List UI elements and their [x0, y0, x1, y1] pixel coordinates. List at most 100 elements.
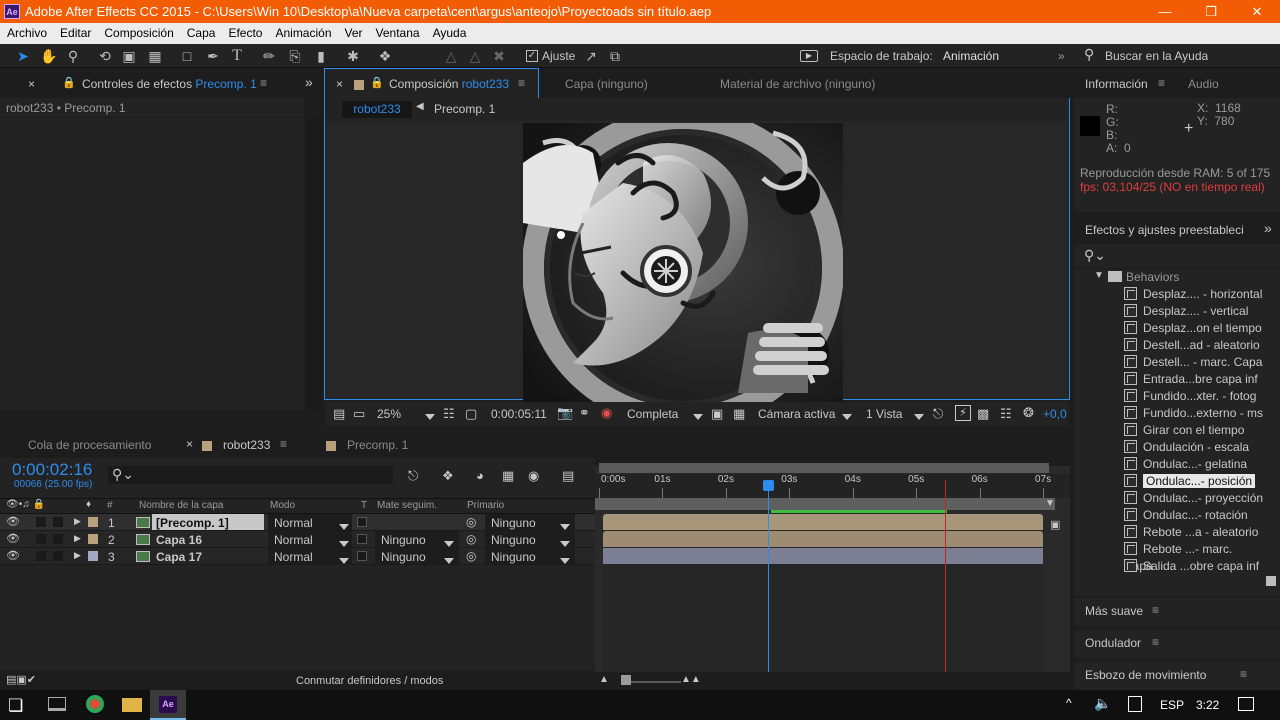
always-preview-icon[interactable]: ▤	[333, 406, 345, 422]
preset-item[interactable]: Salida ...obre capa inf	[1124, 558, 1264, 575]
solo-switch[interactable]	[36, 534, 46, 544]
preset-item[interactable]: Entrada...bre capa inf	[1124, 371, 1264, 388]
close-comp-tab-icon[interactable]: ×	[336, 77, 343, 91]
preserve-transparency-checkbox[interactable]	[357, 517, 367, 527]
layer-name[interactable]: Capa 16	[152, 531, 264, 547]
timeline-panel-menu-icon[interactable]: ≡	[280, 437, 287, 451]
selection-tool-icon[interactable]: ➤	[14, 47, 32, 65]
frame-blending-icon[interactable]: ▦	[502, 468, 514, 484]
camera-dropdown[interactable]: Cámara activa	[758, 407, 835, 421]
breadcrumb-robot233[interactable]: robot233	[342, 101, 412, 118]
menu-capa[interactable]: Capa	[180, 23, 222, 40]
zoom-out-icon[interactable]: ▲	[599, 674, 609, 685]
preset-item[interactable]: Fundido...externo - ms	[1124, 405, 1264, 422]
solo-switch[interactable]	[36, 517, 46, 527]
layer-bar-2[interactable]	[603, 531, 1043, 547]
presets-expand-icon[interactable]: »	[1264, 220, 1272, 236]
layer-row[interactable]: 👁 ▶ 3 Capa 17 Normal Ninguno ◎ Ninguno	[0, 548, 595, 565]
roto-brush-tool-icon[interactable]: ✱	[344, 47, 362, 65]
exposure-value[interactable]: +0,0	[1043, 407, 1067, 421]
input-language[interactable]: ESP	[1160, 698, 1184, 712]
wiggler-panel[interactable]: Ondulador ≡	[1074, 630, 1280, 658]
fast-preview-icon[interactable]: ⚡	[955, 405, 971, 421]
monitor-icon[interactable]: ▭	[353, 406, 365, 422]
brush-tool-icon[interactable]: ✏	[260, 47, 278, 65]
clock[interactable]: 3:22	[1196, 698, 1219, 712]
menu-composicion[interactable]: Composición	[97, 23, 179, 40]
new-preset-icon[interactable]	[1266, 576, 1276, 586]
menu-editar[interactable]: Editar	[53, 23, 97, 40]
menu-animacion[interactable]: Animación	[268, 23, 337, 40]
preset-item[interactable]: Destell... - marc. Capa	[1124, 354, 1264, 371]
clone-stamp-tool-icon[interactable]: ⎘	[286, 47, 304, 65]
desktop-icon[interactable]	[48, 697, 66, 711]
pick-whip-icon[interactable]: ◎	[466, 515, 476, 529]
effects-presets-tab[interactable]: Efectos y ajustes preestableci	[1085, 223, 1245, 237]
preset-item[interactable]: Rebote ...a - aleatorio	[1124, 524, 1264, 541]
footage-viewer-tab[interactable]: Material de archivo (ninguno)	[720, 77, 875, 91]
time-ruler[interactable]: 0:00s 01s 02s 03s 04s 05s 06s 07s	[595, 474, 1070, 498]
shy-layers-icon[interactable]: ◕	[476, 468, 484, 483]
rectangle-tool-icon[interactable]: □	[178, 47, 196, 65]
expand-panels-icon[interactable]: »	[305, 74, 313, 90]
motion-blur-icon[interactable]: ◉	[528, 468, 539, 484]
preset-item[interactable]: Fundido...xter. - fotog	[1124, 388, 1264, 405]
menu-ver[interactable]: Ver	[338, 23, 369, 40]
playhead[interactable]	[768, 480, 769, 694]
axis-local-icon[interactable]: △	[442, 47, 460, 65]
windows-start-icon[interactable]: ❏	[8, 696, 23, 716]
timeline-zoom-handle[interactable]	[621, 675, 631, 685]
layer-row[interactable]: 👁 ▶ 2 Capa 16 Normal Ninguno ◎ Ninguno	[0, 531, 595, 548]
camera-tool-icon[interactable]: ▣	[120, 47, 138, 65]
maximize-icon[interactable]: ❐	[1188, 0, 1234, 23]
breadcrumb-precomp[interactable]: Precomp. 1	[434, 102, 495, 116]
composition-tab[interactable]: Composición robot233	[389, 77, 509, 91]
layer-row[interactable]: 👁 ▶ 1 [Precomp. 1] Normal ◎ Ninguno	[0, 514, 595, 531]
layer-name[interactable]: [Precomp. 1]	[152, 514, 264, 530]
render-queue-tab[interactable]: Cola de procesamiento	[28, 438, 151, 452]
axis-view-icon[interactable]: ✖	[490, 47, 508, 65]
timeline-icon[interactable]: ▩	[977, 406, 989, 422]
close-icon[interactable]: ✕	[1234, 0, 1280, 23]
snap-checkbox[interactable]: ✓	[526, 50, 538, 62]
menu-ayuda[interactable]: Ayuda	[426, 23, 473, 40]
workspace-selector[interactable]: Animación	[943, 49, 999, 63]
work-area-bar[interactable]	[595, 498, 1055, 510]
notifications-icon[interactable]	[1238, 697, 1254, 711]
solo-switch[interactable]	[36, 551, 46, 561]
zoom-tool-icon[interactable]: ⚲	[64, 47, 82, 65]
comp-button-icon[interactable]: ▣	[1050, 518, 1060, 531]
preset-item[interactable]: Ondulac...- posición	[1124, 473, 1264, 490]
show-hidden-icons-icon[interactable]: ^	[1066, 696, 1072, 710]
wiggler-menu-icon[interactable]: ≡	[1152, 635, 1159, 649]
panel-menu-icon[interactable]: ≡	[260, 76, 267, 90]
preserve-transparency-checkbox[interactable]	[357, 551, 367, 561]
snap-expand-icon[interactable]: ↗	[582, 47, 600, 65]
comp-marker-bin-icon[interactable]: ▼	[1045, 498, 1055, 509]
views-dropdown[interactable]: 1 Vista	[866, 407, 902, 421]
layer-name-header[interactable]: Nombre de la capa	[139, 500, 224, 511]
axis-world-icon[interactable]: △	[466, 47, 484, 65]
expand-layer-icon[interactable]: ▶	[74, 533, 81, 544]
preset-item[interactable]: Desplaz...on el tiempo	[1124, 320, 1264, 337]
menu-efecto[interactable]: Efecto	[221, 23, 268, 40]
layer-label-color[interactable]	[88, 551, 98, 561]
time-navigator[interactable]	[599, 463, 1049, 473]
channel-icon[interactable]: ◉	[601, 405, 612, 421]
zoom-in-icon[interactable]: ▲▲	[681, 674, 701, 685]
lock-switch[interactable]	[53, 517, 63, 527]
exposure-icon[interactable]: ❂	[1023, 405, 1034, 421]
help-search-input[interactable]: Buscar en la Ayuda	[1105, 49, 1208, 63]
resolution-dropdown[interactable]: Completa	[627, 407, 678, 421]
mask-visibility-icon[interactable]: ▢	[465, 406, 477, 422]
show-snapshot-icon[interactable]: ⚭	[579, 405, 590, 421]
preset-item[interactable]: Ondulac...- proyección	[1124, 490, 1264, 507]
safe-zones-icon[interactable]: ☷	[443, 406, 455, 422]
battery-icon[interactable]	[1128, 696, 1142, 712]
menu-archivo[interactable]: Archivo	[0, 23, 53, 40]
toggle-switches-modes-button[interactable]: Conmutar definidores / modos	[296, 675, 443, 687]
volume-icon[interactable]: 🔈	[1094, 695, 1111, 712]
pen-tool-icon[interactable]: ✒	[204, 47, 222, 65]
timeline-tab-precomp[interactable]: Precomp. 1	[347, 438, 408, 452]
timeline-current-time[interactable]: 0:00:02:16	[12, 460, 92, 480]
